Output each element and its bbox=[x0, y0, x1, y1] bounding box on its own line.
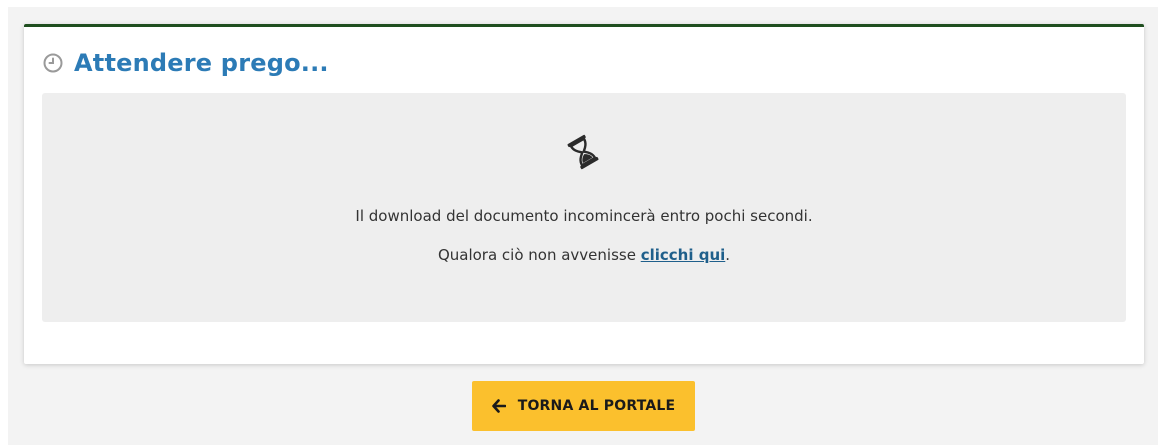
notice-box: Il download del documento incomincerà en… bbox=[42, 93, 1126, 322]
back-button-label: TORNA AL PORTALE bbox=[517, 398, 676, 414]
download-message: Il download del documento incomincerà en… bbox=[355, 207, 813, 225]
panel-header: Attendere prego... bbox=[42, 49, 329, 77]
clock-icon bbox=[42, 52, 64, 74]
back-to-portal-button[interactable]: TORNA AL PORTALE bbox=[472, 381, 695, 431]
download-link[interactable]: clicchi qui bbox=[641, 246, 726, 264]
fallback-message: Qualora ciò non avvenisse clicchi qui. bbox=[42, 246, 1126, 264]
page-title: Attendere prego... bbox=[74, 49, 329, 77]
hourglass-icon bbox=[565, 134, 601, 170]
fallback-suffix: . bbox=[725, 246, 731, 264]
fallback-prefix: Qualora ciò non avvenisse bbox=[437, 246, 641, 264]
arrow-left-icon bbox=[491, 399, 507, 413]
download-panel: Attendere prego... Il download del docum… bbox=[24, 24, 1144, 364]
